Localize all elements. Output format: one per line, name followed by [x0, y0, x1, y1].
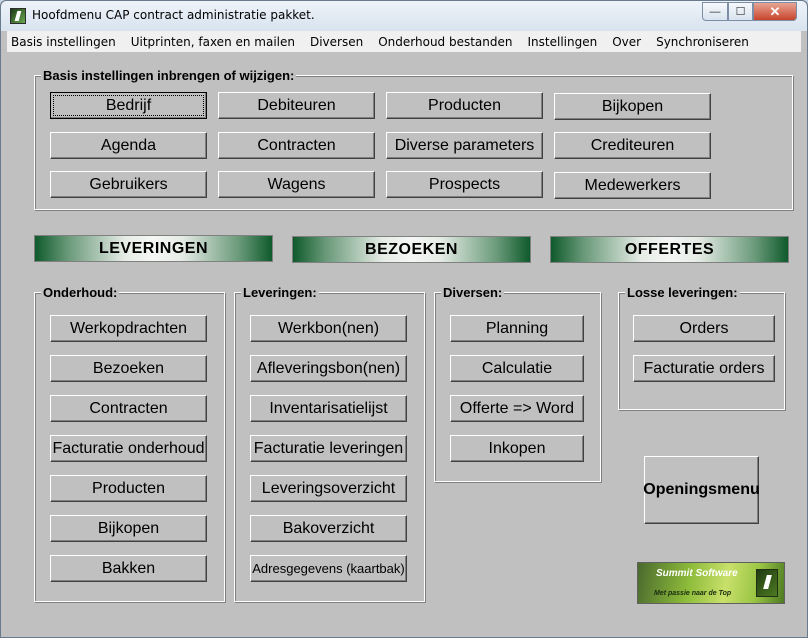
- adresgegevens-button[interactable]: Adresgegevens (kaartbak): [250, 555, 407, 582]
- main-content: Basis instellingen inbrengen of wijzigen…: [7, 52, 801, 632]
- offertes-banner[interactable]: OFFERTES: [550, 236, 789, 263]
- wagens-button[interactable]: Wagens: [218, 171, 375, 198]
- diverse-parameters-button[interactable]: Diverse parameters: [386, 132, 543, 159]
- logo-mark-icon: [756, 569, 778, 597]
- inkopen-button[interactable]: Inkopen: [450, 435, 584, 462]
- facturatie-orders-button[interactable]: Facturatie orders: [633, 355, 775, 382]
- main-window: Hoofdmenu CAP contract administratie pak…: [0, 0, 808, 638]
- inventarisatielijst-button[interactable]: Inventarisatielijst: [250, 395, 407, 422]
- losse-leveringen-group: Losse leveringen:: [618, 285, 785, 410]
- facturatie-onderhoud-button[interactable]: Facturatie onderhoud: [50, 435, 207, 462]
- minimize-button[interactable]: —: [702, 2, 728, 21]
- agenda-button[interactable]: Agenda: [50, 132, 207, 159]
- menu-uitprinten[interactable]: Uitprinten, faxen en mailen: [123, 35, 302, 49]
- bedrijf-button[interactable]: Bedrijf: [50, 92, 207, 119]
- leveringsoverzicht-button[interactable]: Leveringsoverzicht: [250, 475, 407, 502]
- menu-bar: Basis instellingen Uitprinten, faxen en …: [7, 31, 801, 52]
- werkbon-button[interactable]: Werkbon(nen): [250, 315, 407, 342]
- medewerkers-button[interactable]: Medewerkers: [554, 172, 711, 199]
- logo-tagline: Met passie naar de Top: [654, 590, 732, 597]
- diversen-group-label: Diversen:: [441, 285, 505, 300]
- title-bar: Hoofdmenu CAP contract administratie pak…: [1, 1, 807, 31]
- openingsmenu-button[interactable]: Openingsmenu: [643, 456, 760, 524]
- calculatie-button[interactable]: Calculatie: [450, 355, 584, 382]
- prospects-button[interactable]: Prospects: [386, 171, 543, 198]
- bakken-button[interactable]: Bakken: [50, 555, 207, 582]
- onderhoud-group-label: Onderhoud:: [41, 285, 120, 300]
- planning-button[interactable]: Planning: [450, 315, 584, 342]
- menu-basis-instellingen[interactable]: Basis instellingen: [7, 35, 123, 49]
- summit-software-logo: Summit Software Met passie naar de Top: [637, 562, 785, 604]
- afleveringsbon-button[interactable]: Afleveringsbon(nen): [250, 355, 407, 382]
- window-title: Hoofdmenu CAP contract administratie pak…: [32, 8, 315, 22]
- basis-group-label: Basis instellingen inbrengen of wijzigen…: [41, 68, 297, 83]
- menu-over[interactable]: Over: [604, 35, 648, 49]
- gebruikers-button[interactable]: Gebruikers: [50, 171, 207, 198]
- menu-onderhoud-bestanden[interactable]: Onderhoud bestanden: [370, 35, 519, 49]
- orders-button[interactable]: Orders: [633, 315, 775, 342]
- producten-onderhoud-button[interactable]: Producten: [50, 475, 207, 502]
- maximize-button[interactable]: ☐: [728, 2, 753, 21]
- menu-diversen[interactable]: Diversen: [302, 35, 370, 49]
- logo-title: Summit Software: [656, 568, 738, 579]
- crediteuren-button[interactable]: Crediteuren: [554, 132, 711, 159]
- facturatie-leveringen-button[interactable]: Facturatie leveringen: [250, 435, 407, 462]
- offerte-word-button[interactable]: Offerte => Word: [450, 395, 584, 422]
- producten-button[interactable]: Producten: [386, 92, 543, 119]
- menu-synchroniseren[interactable]: Synchroniseren: [648, 35, 756, 49]
- app-icon: [10, 8, 26, 24]
- werkopdrachten-button[interactable]: Werkopdrachten: [50, 315, 207, 342]
- bezoeken-button[interactable]: Bezoeken: [50, 355, 207, 382]
- losse-leveringen-group-label: Losse leveringen:: [625, 285, 740, 300]
- menu-instellingen[interactable]: Instellingen: [520, 35, 605, 49]
- close-button[interactable]: ✕: [753, 2, 797, 21]
- leveringen-banner[interactable]: LEVERINGEN: [34, 235, 273, 262]
- bezoeken-banner[interactable]: BEZOEKEN: [292, 236, 531, 263]
- leveringen-group-label: Leveringen:: [241, 285, 319, 300]
- bakoverzicht-button[interactable]: Bakoverzicht: [250, 515, 407, 542]
- bijkopen-button[interactable]: Bijkopen: [554, 93, 711, 120]
- bijkopen-onderhoud-button[interactable]: Bijkopen: [50, 515, 207, 542]
- debiteuren-button[interactable]: Debiteuren: [218, 92, 375, 119]
- contracten-basis-button[interactable]: Contracten: [218, 132, 375, 159]
- contracten-onderhoud-button[interactable]: Contracten: [50, 395, 207, 422]
